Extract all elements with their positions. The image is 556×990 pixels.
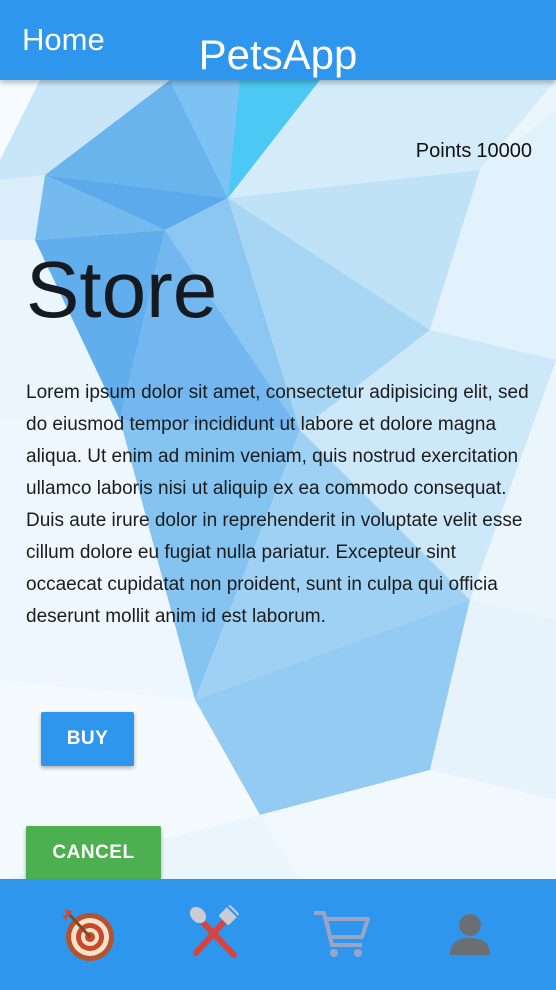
top-app-bar: Home PetsApp — [0, 0, 556, 80]
nav-item-food[interactable] — [182, 901, 246, 965]
points-value: 10000 — [476, 140, 532, 162]
shopping-cart-icon — [314, 911, 370, 957]
page-title: Store — [26, 245, 218, 334]
nav-item-cart[interactable] — [310, 901, 374, 965]
fork-spoon-icon — [189, 904, 239, 958]
target-icon — [62, 909, 114, 961]
cancel-button[interactable]: CANCEL — [26, 826, 161, 880]
nav-item-profile[interactable] — [438, 901, 502, 965]
store-description: Lorem ipsum dolor sit amet, consectetur … — [26, 382, 529, 627]
app-title: PetsApp — [198, 31, 358, 78]
nav-item-target[interactable] — [58, 901, 122, 965]
user-icon — [450, 914, 490, 955]
bottom-navigation — [0, 879, 556, 990]
buy-button[interactable]: BUY — [41, 712, 134, 766]
points-label: Points — [415, 140, 472, 162]
points-display: Points 10000 — [411, 140, 532, 163]
